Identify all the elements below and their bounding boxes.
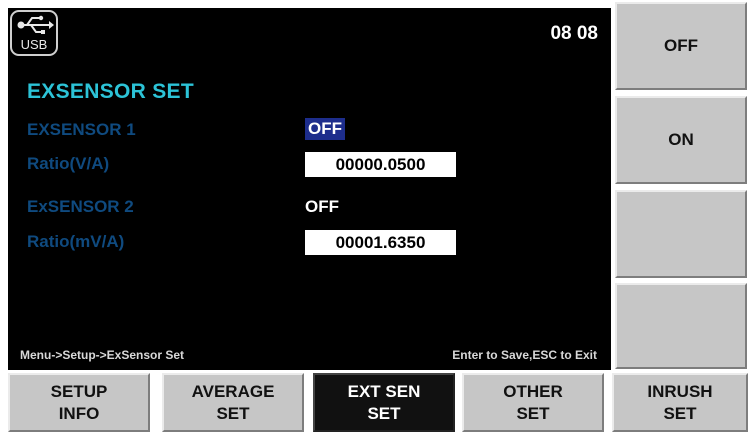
hint-text: Enter to Save,ESC to Exit [452, 348, 597, 362]
exsensor2-value[interactable]: OFF [305, 197, 339, 217]
side-key-3[interactable] [615, 190, 747, 278]
other-set-line2: SET [516, 404, 550, 423]
ratio-va-field[interactable]: 00000.0500 [305, 152, 456, 177]
side-key-4[interactable] [615, 283, 747, 369]
other-set-line1: OTHER [503, 382, 563, 401]
usb-indicator: USB [10, 10, 58, 56]
page-title: EXSENSOR SET [27, 80, 194, 103]
other-set-button[interactable]: OTHER SET [462, 373, 604, 432]
breadcrumb: Menu->Setup->ExSensor Set [20, 348, 185, 362]
exsensor2-label: ExSENSOR 2 [27, 197, 134, 216]
setup-info-line1: SETUP [50, 382, 108, 401]
ext-sen-set-line1: EXT SEN [347, 382, 421, 401]
ratio-mva-label: Ratio(mV/A) [27, 232, 125, 251]
inrush-set-button[interactable]: INRUSH SET [612, 373, 748, 432]
side-key-off[interactable]: OFF [615, 2, 747, 90]
ratio-mva-field[interactable]: 00001.6350 [305, 230, 456, 255]
inrush-set-line1: INRUSH [647, 382, 713, 401]
usb-label: USB [20, 37, 48, 52]
side-key-on-label: ON [668, 130, 694, 149]
ext-sen-set-button[interactable]: EXT SEN SET [313, 373, 455, 432]
average-set-button[interactable]: AVERAGE SET [162, 373, 304, 432]
ratio-va-label: Ratio(V/A) [27, 154, 110, 173]
main-screen: USB 08 08 EXSENSOR SET EXSENSOR 1 OFF Ra… [8, 8, 611, 370]
exsensor1-value[interactable]: OFF [305, 118, 345, 140]
side-key-on[interactable]: ON [615, 96, 747, 184]
setup-info-line2: INFO [58, 404, 100, 423]
side-key-off-label: OFF [664, 36, 698, 55]
exsensor1-label: EXSENSOR 1 [27, 120, 136, 139]
setup-info-button[interactable]: SETUP INFO [8, 373, 150, 432]
clock: 08 08 [550, 23, 598, 44]
ext-sen-set-line2: SET [367, 404, 401, 423]
usb-icon [17, 15, 54, 34]
average-set-line1: AVERAGE [191, 382, 275, 401]
average-set-line2: SET [216, 404, 250, 423]
inrush-set-line2: SET [663, 404, 697, 423]
